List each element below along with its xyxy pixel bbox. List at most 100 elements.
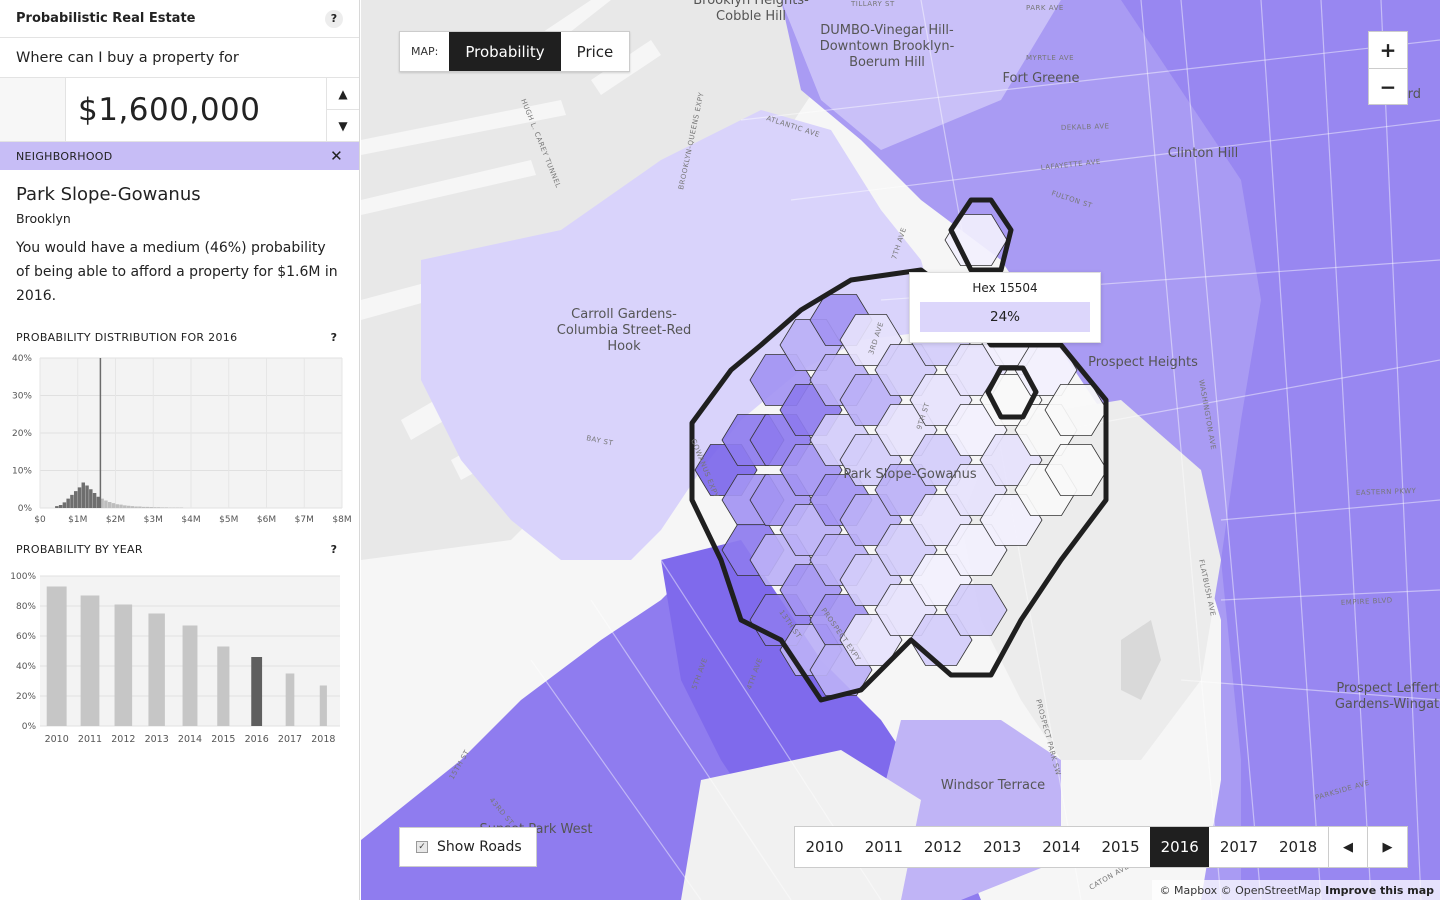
- year-bar: [217, 646, 230, 726]
- zoom-controls: + −: [1368, 31, 1408, 105]
- map-label: Downtown Brooklyn-: [820, 39, 955, 54]
- year-button-2010[interactable]: 2010: [795, 827, 854, 867]
- next-year-icon[interactable]: ▶: [1367, 827, 1407, 867]
- street-label: TILLARY ST: [850, 0, 895, 8]
- x-tick-label: $6M: [257, 515, 276, 525]
- y-tick-label: 60%: [16, 632, 36, 642]
- y-tick-label: 20%: [12, 429, 32, 439]
- histogram-bar: [55, 506, 59, 508]
- app-header: Probabilistic Real Estate ?: [0, 0, 359, 38]
- checkbox-icon[interactable]: ✓: [416, 841, 428, 853]
- improve-map-link[interactable]: Improve this map: [1325, 884, 1434, 897]
- year-button-2016[interactable]: 2016: [1150, 827, 1210, 867]
- neighborhood-bar-label: NEIGHBORHOOD: [16, 149, 113, 163]
- histogram-bar: [119, 504, 123, 508]
- sidebar: Probabilistic Real Estate ? Where can I …: [0, 0, 360, 900]
- x-tick-label: 2013: [145, 734, 169, 745]
- histogram-bar: [66, 498, 70, 508]
- map[interactable]: Brooklyn Heights- Cobble Hill DUMBO-Vine…: [361, 0, 1440, 900]
- year-button-2011[interactable]: 2011: [854, 827, 913, 867]
- histogram-bar: [130, 506, 135, 508]
- show-roads-toggle[interactable]: ✓ Show Roads: [399, 827, 537, 867]
- year-chart: 0% 20% 40% 60% 80% 100% 2010 2011 2012 2013 2014 20…: [10, 572, 340, 745]
- histogram-bar: [89, 489, 93, 508]
- year-button-2014[interactable]: 2014: [1032, 827, 1091, 867]
- distribution-chart: 0% 10% 20% 30% 40% $0 $1M $2M $3M $4M $5M $6M $7M $8M: [12, 354, 352, 525]
- map-label: Brooklyn Heights-: [693, 0, 809, 8]
- x-tick-label: $0: [34, 515, 46, 525]
- map-mode-toggle: MAP: Probability Price: [399, 31, 631, 72]
- map-canvas[interactable]: Brooklyn Heights- Cobble Hill DUMBO-Vine…: [361, 0, 1440, 900]
- histogram-bar: [62, 502, 67, 508]
- histogram-bar: [134, 506, 138, 508]
- year-button-2012[interactable]: 2012: [913, 827, 972, 867]
- street-label: MYRTLE AVE: [1026, 54, 1074, 62]
- year-bar: [114, 604, 133, 726]
- x-tick-label: 2016: [245, 734, 269, 745]
- histogram-bar: [92, 493, 97, 508]
- x-tick-label: 2010: [45, 734, 69, 745]
- year-button-2017[interactable]: 2017: [1209, 827, 1268, 867]
- street-label: DEKALB AVE: [1061, 122, 1110, 132]
- x-tick-label: $3M: [144, 515, 163, 525]
- zoom-in-button[interactable]: +: [1369, 32, 1407, 68]
- year-bar: [148, 613, 165, 726]
- neighborhood-bar: NEIGHBORHOOD ✕: [0, 142, 359, 170]
- price-decrease-button[interactable]: ▼: [327, 109, 359, 141]
- map-label: Hook: [607, 339, 641, 354]
- map-label: Boerum Hill: [849, 55, 925, 70]
- x-tick-label: 2015: [211, 734, 235, 745]
- neighborhood-description: You would have a medium (46%) probabilit…: [16, 240, 338, 304]
- map-label: Fort Greene: [1003, 71, 1080, 86]
- map-label: Park Slope-Gowanus: [843, 467, 977, 482]
- help-icon[interactable]: ?: [325, 540, 343, 558]
- histogram-bar: [145, 506, 150, 508]
- close-icon[interactable]: ✕: [330, 147, 343, 165]
- x-tick-label: 2011: [78, 734, 102, 745]
- y-tick-label: 40%: [16, 662, 36, 672]
- year-button-2018[interactable]: 2018: [1269, 827, 1328, 867]
- y-tick-label: 0%: [18, 504, 33, 514]
- histogram-bar: [149, 507, 153, 508]
- histogram-bar: [138, 506, 142, 508]
- histogram-bar: [153, 507, 157, 508]
- help-icon[interactable]: ?: [325, 9, 343, 28]
- year-button-2013[interactable]: 2013: [973, 827, 1032, 867]
- map-mode-label: MAP:: [411, 45, 439, 58]
- price-increase-button[interactable]: ▲: [327, 78, 359, 109]
- price-input[interactable]: $1,600,000: [66, 78, 326, 141]
- histogram-bar: [81, 482, 85, 508]
- histogram-bar: [58, 505, 63, 508]
- price-map-button[interactable]: Price: [561, 32, 630, 71]
- histogram-bar: [111, 503, 116, 508]
- year-bar: [46, 586, 67, 726]
- price-input-prefix: [0, 78, 66, 141]
- price-question: Where can I buy a property for: [0, 38, 359, 78]
- distribution-chart-header: PROBABILITY DISTRIBUTION FOR 2016 ?: [0, 328, 359, 346]
- x-tick-label: $4M: [181, 515, 200, 525]
- help-icon[interactable]: ?: [325, 328, 343, 346]
- map-attribution: © Mapbox © OpenStreetMap Improve this ma…: [1151, 880, 1440, 900]
- probability-map-button[interactable]: Probability: [449, 32, 561, 71]
- year-bar: [251, 657, 263, 726]
- histogram-bar: [126, 505, 131, 508]
- y-tick-label: 100%: [10, 572, 36, 582]
- histogram-bar: [104, 500, 108, 508]
- x-tick-label: $2M: [106, 515, 125, 525]
- y-tick-label: 10%: [12, 467, 32, 477]
- x-tick-label: $7M: [295, 515, 314, 525]
- show-roads-label: Show Roads: [437, 839, 522, 855]
- map-label: Prospect Heights: [1088, 355, 1198, 370]
- hex-tooltip-title: Hex 15504: [972, 281, 1038, 295]
- histogram-bar: [115, 504, 119, 508]
- histogram-bar: [123, 505, 127, 508]
- x-tick-label: $8M: [332, 515, 351, 525]
- zoom-out-button[interactable]: −: [1369, 68, 1407, 104]
- map-label: Windsor Terrace: [941, 778, 1045, 793]
- map-label: Prospect Lefferts: [1336, 681, 1440, 696]
- map-label: Carroll Gardens-: [571, 307, 677, 322]
- x-tick-label: 2018: [311, 734, 335, 745]
- previous-year-icon[interactable]: ◀: [1327, 827, 1368, 867]
- year-button-2015[interactable]: 2015: [1091, 827, 1150, 867]
- price-input-row: $1,600,000 ▲ ▼: [0, 78, 359, 142]
